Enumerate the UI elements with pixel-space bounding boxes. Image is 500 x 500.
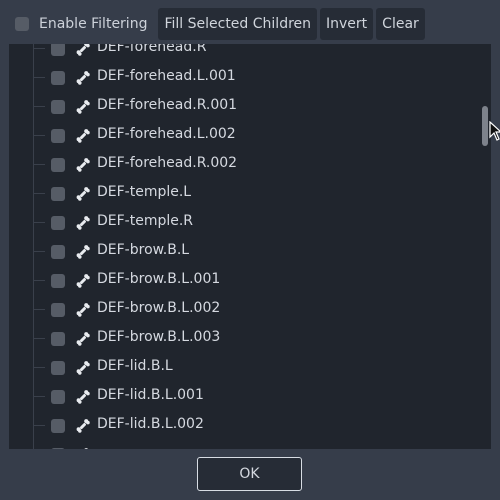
bone-checkbox[interactable]	[51, 44, 65, 56]
bone-checkbox[interactable]	[51, 100, 65, 114]
bone-icon	[75, 186, 91, 202]
filter-toolbar: Enable Filtering Fill Selected Children …	[9, 8, 425, 40]
bone-checkbox[interactable]	[51, 448, 65, 449]
tree-row[interactable]: DEF-lid.B.L.001	[9, 382, 479, 411]
tree-row[interactable]: DEF-temple.L	[9, 179, 479, 208]
bone-checkbox[interactable]	[51, 390, 65, 404]
tree-row[interactable]: DEF-lid.B.L.002	[9, 411, 479, 440]
bone-label: DEF-brow.B.L.003	[97, 329, 221, 345]
tree-row[interactable]: DEF-lid.B.L	[9, 353, 479, 382]
tree-branch-line	[33, 135, 45, 136]
invert-button[interactable]: Invert	[320, 8, 374, 40]
tree-row[interactable]: DEF-forehead.R	[9, 44, 479, 63]
bone-checkbox[interactable]	[51, 71, 65, 85]
bone-label: DEF-forehead.L.001	[97, 68, 236, 84]
tree-branch-line	[33, 251, 45, 252]
enable-filtering-label: Enable Filtering	[39, 16, 148, 32]
tree-row[interactable]: DEF-temple.R	[9, 208, 479, 237]
bone-label: DEF-temple.L	[97, 184, 192, 200]
checkbox-icon	[15, 17, 29, 31]
bone-label: DEF-brow.B.L.001	[97, 271, 221, 287]
bone-icon	[75, 99, 91, 115]
bone-icon	[75, 447, 91, 449]
clear-button[interactable]: Clear	[376, 8, 425, 40]
fill-selected-children-button[interactable]: Fill Selected Children	[158, 8, 318, 40]
tree-row[interactable]: DEF-brow.B.L.001	[9, 266, 479, 295]
tree-row[interactable]: DEF-forehead.L.002	[9, 121, 479, 150]
tree-branch-line	[33, 367, 45, 368]
bone-label: DEF-lid.B.L.002	[97, 416, 204, 432]
bone-label: DEF-brow.B.L	[97, 242, 190, 258]
bone-icon	[75, 157, 91, 173]
tree-row[interactable]: DEF-forehead.R.001	[9, 92, 479, 121]
bone-icon	[75, 70, 91, 86]
tree-branch-line	[33, 164, 45, 165]
scrollbar-grabber[interactable]	[482, 106, 488, 146]
tree-row[interactable]: DEF-brow.B.L	[9, 237, 479, 266]
tree-row[interactable]	[9, 440, 479, 449]
bone-icon	[75, 389, 91, 405]
vertical-scrollbar[interactable]	[481, 44, 489, 449]
bone-icon	[75, 418, 91, 434]
bone-icon	[75, 360, 91, 376]
bone-checkbox[interactable]	[51, 332, 65, 346]
bone-icon	[75, 331, 91, 347]
bone-checkbox[interactable]	[51, 419, 65, 433]
bone-label: DEF-forehead.R.002	[97, 155, 238, 171]
bone-checkbox[interactable]	[51, 129, 65, 143]
tree-row[interactable]: DEF-forehead.L.001	[9, 63, 479, 92]
bone-icon	[75, 273, 91, 289]
bone-checkbox[interactable]	[51, 274, 65, 288]
bone-checkbox[interactable]	[51, 187, 65, 201]
bone-icon	[75, 128, 91, 144]
bone-icon	[75, 302, 91, 318]
tree-row[interactable]: DEF-brow.B.L.003	[9, 324, 479, 353]
bone-label: DEF-forehead.L.002	[97, 126, 236, 142]
bone-label: DEF-brow.B.L.002	[97, 300, 221, 316]
ok-button[interactable]: OK	[197, 457, 302, 491]
bone-label: DEF-forehead.R	[97, 44, 207, 55]
enable-filtering-checkbox[interactable]: Enable Filtering	[9, 8, 155, 40]
bone-label: DEF-forehead.R.001	[97, 97, 238, 113]
bone-icon	[75, 244, 91, 260]
bone-checkbox[interactable]	[51, 245, 65, 259]
bone-checkbox[interactable]	[51, 216, 65, 230]
bone-label: DEF-temple.R	[97, 213, 194, 229]
bone-checkbox[interactable]	[51, 303, 65, 317]
tree-branch-line	[33, 280, 45, 281]
bone-tree[interactable]: DEF-forehead.R DEF-forehead.L.001 DEF-fore…	[9, 44, 491, 449]
tree-branch-line	[33, 396, 45, 397]
bone-label: DEF-lid.B.L.001	[97, 387, 204, 403]
tree-branch-line	[33, 193, 45, 194]
tree-branch-line	[33, 77, 45, 78]
tree-row[interactable]: DEF-brow.B.L.002	[9, 295, 479, 324]
tree-branch-line	[33, 48, 45, 49]
bone-icon	[75, 215, 91, 231]
bone-label: DEF-lid.B.L	[97, 358, 173, 374]
tree-row[interactable]: DEF-forehead.R.002	[9, 150, 479, 179]
bone-icon	[75, 44, 91, 57]
mouse-cursor-icon	[489, 121, 500, 141]
tree-branch-line	[33, 338, 45, 339]
tree-branch-line	[33, 309, 45, 310]
tree-branch-line	[33, 106, 45, 107]
tree-branch-line	[33, 222, 45, 223]
bone-checkbox[interactable]	[51, 158, 65, 172]
bone-checkbox[interactable]	[51, 361, 65, 375]
tree-branch-line	[33, 425, 45, 426]
